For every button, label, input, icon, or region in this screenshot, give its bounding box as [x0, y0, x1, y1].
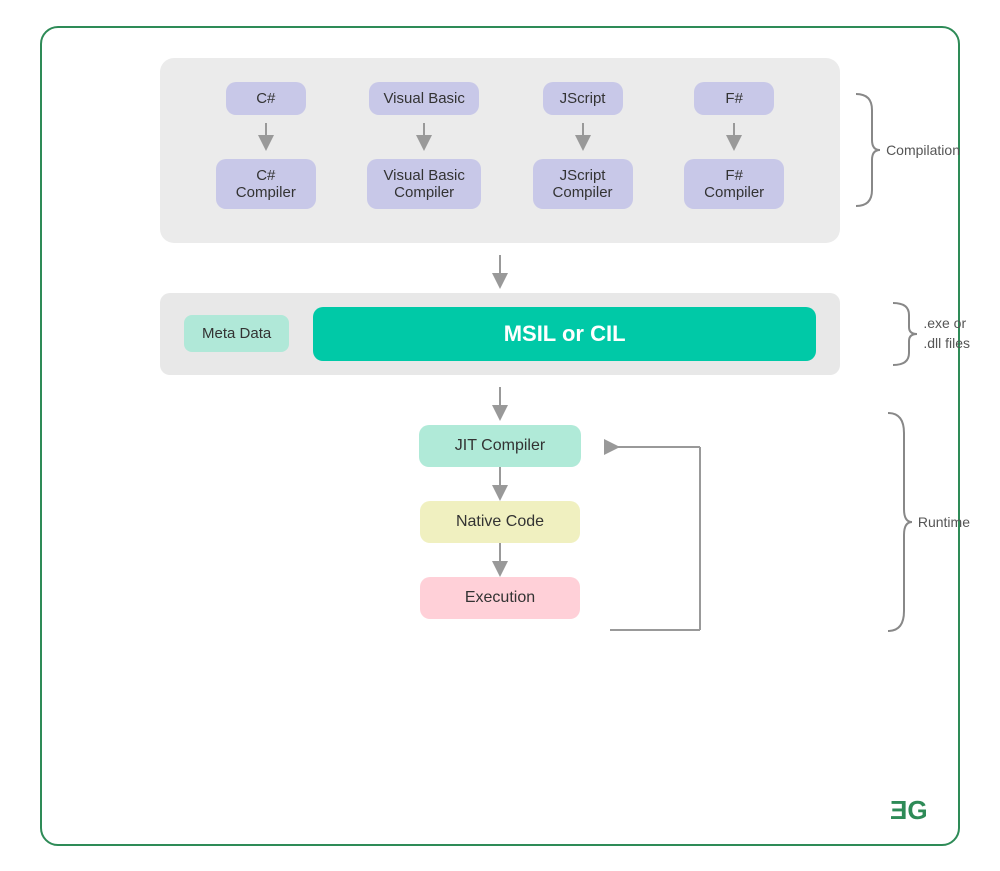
vb-compiler-box: Visual BasicCompiler [367, 159, 480, 209]
language-row: C# C#Compiler Visual Basic Visual BasicC… [190, 82, 810, 209]
runtime-label: Runtime [918, 514, 970, 530]
csharp-box: C# [226, 82, 306, 115]
dll-brace-svg [889, 299, 917, 369]
native-code-box: Native Code [420, 501, 580, 543]
runtime-section: JIT Compiler Native Code Execution [160, 425, 840, 619]
msil-box: MSIL or CIL [313, 307, 816, 361]
csharp-compiler-box: C#Compiler [216, 159, 316, 209]
jscript-column: JScript JScriptCompiler [533, 82, 633, 209]
fsharp-column: F# F#Compiler [684, 82, 784, 209]
feedback-arrow-svg [600, 425, 720, 650]
arrow-vb [414, 123, 434, 151]
compilation-area: C# C#Compiler Visual Basic Visual BasicC… [160, 58, 840, 243]
msil-row: Meta Data MSIL or CIL [160, 293, 840, 375]
runtime-brace-svg [884, 409, 912, 635]
jscript-box: JScript [543, 82, 623, 115]
jit-compiler-box: JIT Compiler [419, 425, 581, 467]
arrow-csharp [256, 123, 276, 151]
compilation-brace-svg [852, 90, 880, 210]
dll-brace-group: .exe or.dll files [889, 299, 970, 369]
connector-compilation-msil [490, 255, 510, 289]
svg-text:ƎG: ƎG [890, 795, 928, 823]
connector-msil-jit [490, 387, 510, 421]
arrow-fsharp [724, 123, 744, 151]
gfg-logo: ƎG [888, 793, 936, 830]
jscript-compiler-box: JScriptCompiler [533, 159, 633, 209]
fsharp-compiler-box: F#Compiler [684, 159, 784, 209]
dll-label: .exe or.dll files [923, 314, 970, 353]
arrow-jscript [573, 123, 593, 151]
runtime-brace-group: Runtime [884, 425, 970, 619]
compilation-label: Compilation [886, 142, 960, 158]
arrow-native-exec [490, 543, 510, 577]
diagram-container: C# C#Compiler Visual Basic Visual BasicC… [40, 26, 960, 846]
metadata-box: Meta Data [184, 315, 289, 352]
vb-column: Visual Basic Visual BasicCompiler [367, 82, 480, 209]
arrow-to-msil [490, 255, 510, 289]
execution-box: Execution [420, 577, 580, 619]
arrow-jit-native [490, 467, 510, 501]
gfg-logo-svg: ƎG [888, 793, 936, 823]
csharp-column: C# C#Compiler [216, 82, 316, 209]
compilation-brace-group: Compilation [852, 90, 960, 210]
arrow-to-jit [490, 387, 510, 421]
vb-box: Visual Basic [369, 82, 478, 115]
fsharp-box: F# [694, 82, 774, 115]
